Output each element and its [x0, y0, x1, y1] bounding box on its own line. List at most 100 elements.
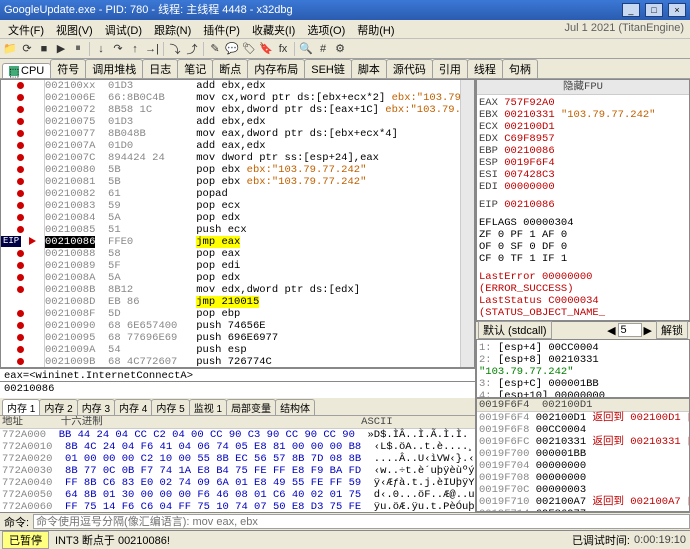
register-ecx[interactable]: ECX 002100D1	[479, 121, 687, 133]
locals-tab[interactable]: 局部变量	[226, 399, 276, 415]
dump-row[interactable]: 772A0020 01 00 00 00 C2 10 00 55 8B EC 5…	[0, 453, 475, 465]
disasm-row[interactable]: 00210095 68 77696E69 push 696E6977	[45, 332, 460, 344]
disasm-row[interactable]: 0021007C 894424 24 mov dword ptr ss:[esp…	[45, 152, 460, 164]
command-input[interactable]	[33, 514, 690, 529]
tab-memmap[interactable]: 内存布局	[247, 59, 305, 78]
stack-row[interactable]: 0019F6F8 00CC0004	[477, 424, 689, 436]
menu-help[interactable]: 帮助(H)	[351, 20, 400, 38]
disasm-row[interactable]: 00210089 5F pop edi	[45, 260, 460, 272]
disasm-row[interactable]: 002100xx 01D3 add ebx,edx	[45, 80, 460, 92]
stack-row[interactable]: 0019F6FC 00210331 返回到 00210331 自 0021008…	[477, 436, 689, 448]
menu-debug[interactable]: 调试(D)	[99, 20, 148, 38]
disasm-row[interactable]: 00210082 61 popad	[45, 188, 460, 200]
disasm-row[interactable]: 0021008A 5A pop edx	[45, 272, 460, 284]
labels-button[interactable]: 🏷	[241, 41, 257, 57]
tab-symbols[interactable]: 符号	[50, 59, 86, 78]
settings-button[interactable]: ⚙	[332, 41, 348, 57]
tab-breakpoints[interactable]: 断点	[212, 59, 248, 78]
dump-tab-1[interactable]: 内存 1	[2, 399, 40, 415]
arg-count-up[interactable]: ▶	[642, 324, 654, 337]
menu-options[interactable]: 选项(O)	[301, 20, 351, 38]
dump-row[interactable]: 772A0030 8B 77 0C 0B F7 74 1A E8 B4 75 F…	[0, 465, 475, 477]
close-button[interactable]: ×	[668, 3, 686, 17]
disasm-row[interactable]: 00210077 8B048B mov eax,dword ptr ds:[eb…	[45, 128, 460, 140]
step-out-button[interactable]: ↑	[127, 41, 143, 57]
disasm-row[interactable]: 0021007A 01D0 add eax,edx	[45, 140, 460, 152]
disasm-row[interactable]: 00210080 5B pop ebx ebx:"103.79.77.242"	[45, 164, 460, 176]
disasm-row[interactable]: 00210088 58 pop eax	[45, 248, 460, 260]
disasm-row[interactable]: 00210084 5A pop edx	[45, 212, 460, 224]
trace-over-button[interactable]: ⤴	[184, 41, 200, 57]
stack-row[interactable]: 0019F700 000001BB	[477, 448, 689, 460]
dump-tab-4[interactable]: 内存 4	[114, 399, 152, 415]
register-eax[interactable]: EAX 757F92A0	[479, 97, 687, 109]
stack-row[interactable]: 0019F714 69E86977	[477, 508, 689, 512]
menu-view[interactable]: 视图(V)	[50, 20, 99, 38]
tab-cpu[interactable]: ⬚CPU	[2, 63, 51, 78]
disasm-row[interactable]: 0021008B 8B12 mov edx,dword ptr ds:[edx]	[45, 284, 460, 296]
menu-plugins[interactable]: 插件(P)	[197, 20, 246, 38]
restart-button[interactable]: ⟳	[19, 41, 35, 57]
register-edi[interactable]: EDI 00000000	[479, 181, 687, 193]
dump-row[interactable]: 772A0010 8B 4C 24 04 F6 41 04 06 74 05 E…	[0, 441, 475, 453]
dump-row[interactable]: 772A0060 FF 75 14 F6 C6 04 FF 75 10 74 0…	[0, 501, 475, 512]
unlock-button[interactable]: 解锁	[656, 321, 688, 339]
maximize-button[interactable]: □	[645, 3, 663, 17]
trace-into-button[interactable]: ⤵	[167, 41, 183, 57]
dump-row[interactable]: 772A0050 64 8B 01 30 00 00 00 F6 46 08 0…	[0, 489, 475, 501]
tab-callstack[interactable]: 调用堆栈	[85, 59, 143, 78]
tab-log[interactable]: 日志	[142, 59, 178, 78]
disasm-scrollbar[interactable]	[460, 80, 474, 367]
stop-button[interactable]: ■	[36, 41, 52, 57]
arg-row[interactable]: 1: [esp+4] 00CC0004	[479, 342, 687, 354]
minimize-button[interactable]: _	[622, 3, 640, 17]
menu-favorites[interactable]: 收藏夹(I)	[246, 20, 301, 38]
stack-row[interactable]: 0019F704 00000000	[477, 460, 689, 472]
dump-tab-3[interactable]: 内存 3	[77, 399, 115, 415]
dump-pane[interactable]: 地址 十六进制 ASCII 772A000 BB 44 24 04 CC C2 …	[0, 416, 475, 512]
disasm-row[interactable]: 00210072 8B58 1C mov ebx,dword ptr ds:[e…	[45, 104, 460, 116]
dump-row[interactable]: 772A000 BB 44 24 04 CC C2 04 00 CC 90 C3…	[0, 429, 475, 441]
functions-button[interactable]: fx	[275, 41, 291, 57]
stack-row[interactable]: 0019F6F4 002100D1 返回到 002100D1 自 ???	[477, 412, 689, 424]
tab-script[interactable]: 脚本	[351, 59, 387, 78]
step-into-button[interactable]: ↓	[93, 41, 109, 57]
register-eip[interactable]: EIP 00210086	[479, 199, 687, 211]
disassembly-pane[interactable]: EIP 002100xx 01D3 add ebx,edx 0021006E 6…	[0, 79, 475, 368]
register-esi[interactable]: ESI 007428C3	[479, 169, 687, 181]
register-ebx[interactable]: EBX 00210331 "103.79.77.242"	[479, 109, 687, 121]
stack-row[interactable]: 0019F710 002100A7 返回到 002100A7 自 002100A…	[477, 496, 689, 508]
tab-threads[interactable]: 线程	[467, 59, 503, 78]
pause-button[interactable]: ⏸	[70, 41, 86, 57]
tab-source[interactable]: 源代码	[386, 59, 433, 78]
tab-handles[interactable]: 句柄	[502, 59, 538, 78]
patches-button[interactable]: ✎	[207, 41, 223, 57]
disasm-row[interactable]: 0021009A 54 push esp	[45, 344, 460, 356]
fpu-toggle[interactable]: 隐藏FPU	[477, 80, 689, 95]
register-esp[interactable]: ESP 0019F6F4	[479, 157, 687, 169]
menu-trace[interactable]: 跟踪(N)	[148, 20, 197, 38]
step-over-button[interactable]: ↷	[110, 41, 126, 57]
bookmarks-button[interactable]: 🔖	[258, 41, 274, 57]
tab-seh[interactable]: SEH链	[304, 59, 352, 78]
register-ebp[interactable]: EBP 00210086	[479, 145, 687, 157]
dump-row[interactable]: 772A0040 FF 8B C6 83 E0 02 74 09 6A 01 E…	[0, 477, 475, 489]
arg-row[interactable]: 4: [esp+10] 00000000	[479, 390, 687, 398]
comments-button[interactable]: 💬	[224, 41, 240, 57]
open-button[interactable]: 📁	[2, 41, 18, 57]
run-to-button[interactable]: →|	[144, 41, 160, 57]
arguments-pane[interactable]: 1: [esp+4] 00CC0004 2: [esp+8] 00210331 …	[476, 339, 690, 398]
arg-count-down[interactable]: ◀	[605, 324, 617, 337]
goto-button[interactable]: #	[315, 41, 331, 57]
disasm-row[interactable]: 0021008D EB 86 jmp 210015	[45, 296, 460, 308]
watch-tab[interactable]: 监视 1	[189, 399, 227, 415]
disasm-row[interactable]: 00210081 5B pop ebx ebx:"103.79.77.242"	[45, 176, 460, 188]
stack-row[interactable]: 0019F70C 00000003	[477, 484, 689, 496]
register-edx[interactable]: EDX C69F8957	[479, 133, 687, 145]
disasm-row[interactable]: 00210075 01D3 add ebx,edx	[45, 116, 460, 128]
disasm-row[interactable]: 00210090 68 6E657400 push 74656E	[45, 320, 460, 332]
registers-pane[interactable]: 隐藏FPU EAX 757F92A0 EBX 00210331 "103.79.…	[476, 79, 690, 321]
callconv-select[interactable]: 默认 (stdcall)	[478, 321, 552, 339]
disasm-row[interactable]: 0021009B 68 4C772607 push 726774C	[45, 356, 460, 367]
stack-pane[interactable]: 0019F6F4 002100D1 0019F6F4 002100D1 返回到 …	[476, 398, 690, 512]
